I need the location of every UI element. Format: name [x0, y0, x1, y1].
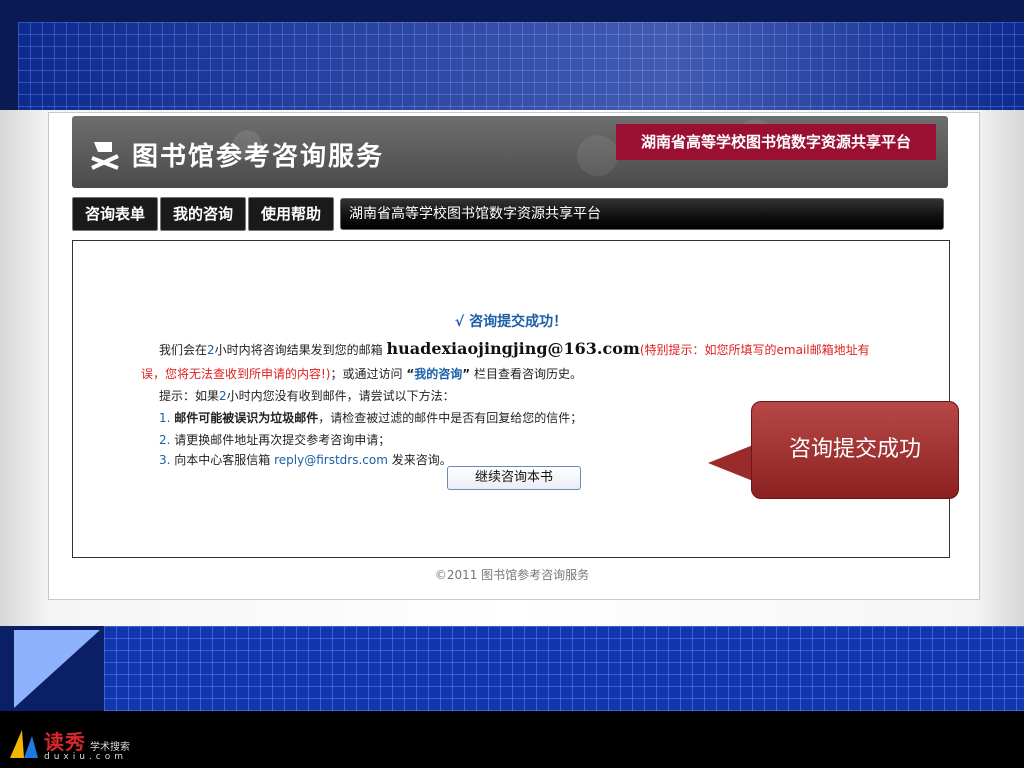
- sail-logo-icon: [10, 730, 38, 758]
- text-segment: 请更换邮件地址再次提交参考咨询申请；: [174, 433, 391, 447]
- step-3: 3. 向本中心客服信箱 reply@firstdrs.com 发来咨询。: [159, 451, 452, 468]
- site-header-banner: 图书馆参考咨询服务 湖南省高等学校图书馆数字资源共享平台: [72, 116, 948, 188]
- text-segment: 小时内您没有收到邮件，请尝试以下方法：: [226, 389, 455, 403]
- tab-help[interactable]: 使用帮助: [248, 197, 334, 231]
- step-number: 2.: [159, 433, 171, 447]
- step-number: 1.: [159, 411, 171, 425]
- text-segment: 小时内将咨询结果发到您的邮箱: [214, 343, 383, 357]
- text-segment: 向本中心客服信箱: [174, 453, 275, 467]
- tab-my-consultations[interactable]: 我的咨询: [160, 197, 246, 231]
- tip-line: 提示：如果2小时内您没有收到邮件，请尝试以下方法：: [159, 387, 455, 404]
- duxiu-logo: 读秀 学术搜索 duxiu.com: [4, 724, 164, 764]
- step-number: 3.: [159, 453, 171, 467]
- link-my-consultations[interactable]: 我的咨询: [414, 367, 462, 381]
- slide-bottom-triangle: [14, 630, 100, 708]
- tab-consult-form[interactable]: 咨询表单: [72, 197, 158, 231]
- email-sent-line: 我们会在2小时内将咨询结果发到您的邮箱 huadexiaojingjing@16…: [159, 339, 870, 358]
- text-segment: 栏目查看咨询历史。: [470, 367, 582, 381]
- success-message: √ 咨询提交成功！: [454, 314, 568, 330]
- step-1-emphasis: 邮件可能被误识为垃圾邮件: [174, 411, 319, 425]
- platform-badge[interactable]: 湖南省高等学校图书馆数字资源共享平台: [616, 124, 936, 160]
- service-email-link[interactable]: reply@firstdrs.com: [274, 453, 388, 467]
- site-title: 图书馆参考咨询服务: [132, 142, 385, 172]
- step-1: 1. 邮件可能被误识为垃圾邮件，请检查被过滤的邮件中是否有回复给您的信件；: [159, 409, 582, 426]
- text-segment: 发来咨询。: [387, 453, 452, 467]
- library-service-icon: [91, 142, 119, 170]
- email-warning: (特别提示：如您所填写的email邮箱地址有: [639, 343, 870, 357]
- quote-mark: ”: [462, 367, 471, 381]
- continue-consult-button[interactable]: 继续咨询本书: [447, 466, 581, 490]
- hours-value: 2: [219, 389, 227, 403]
- text-segment: 我们会在: [159, 343, 208, 357]
- logo-subtitle: 学术搜索: [90, 742, 130, 753]
- text-segment: 提示：如果: [159, 389, 220, 403]
- copyright-text: ©2011 图书馆参考咨询服务: [434, 568, 590, 582]
- callout-annotation: 咨询提交成功: [751, 401, 959, 499]
- content-panel: √ 咨询提交成功！ 我们会在2小时内将咨询结果发到您的邮箱 huadexiaoj…: [72, 240, 950, 558]
- nav-platform-bar: 湖南省高等学校图书馆数字资源共享平台: [340, 198, 944, 230]
- callout-pointer: [708, 445, 753, 481]
- hours-value: 2: [207, 343, 215, 357]
- email-warning-line-2: 误，您将无法查收到所申请的内容!)；或通过访问 “我的咨询” 栏目查看咨询历史。: [141, 365, 582, 382]
- slide-top-grid-highlight: [18, 22, 1024, 112]
- user-email: huadexiaojingjing@163.com: [386, 339, 640, 358]
- text-segment: ；或通过访问: [330, 367, 407, 381]
- slide-bottom-grid: [104, 626, 1024, 711]
- step-2: 2. 请更换邮件地址再次提交参考咨询申请；: [159, 431, 390, 448]
- logo-title: 读秀: [44, 730, 86, 754]
- text-segment: ，请检查被过滤的邮件中是否有回复给您的信件；: [318, 411, 583, 425]
- email-warning-continued: 误，您将无法查收到所申请的内容!): [141, 367, 331, 381]
- logo-url: duxiu.com: [44, 752, 128, 762]
